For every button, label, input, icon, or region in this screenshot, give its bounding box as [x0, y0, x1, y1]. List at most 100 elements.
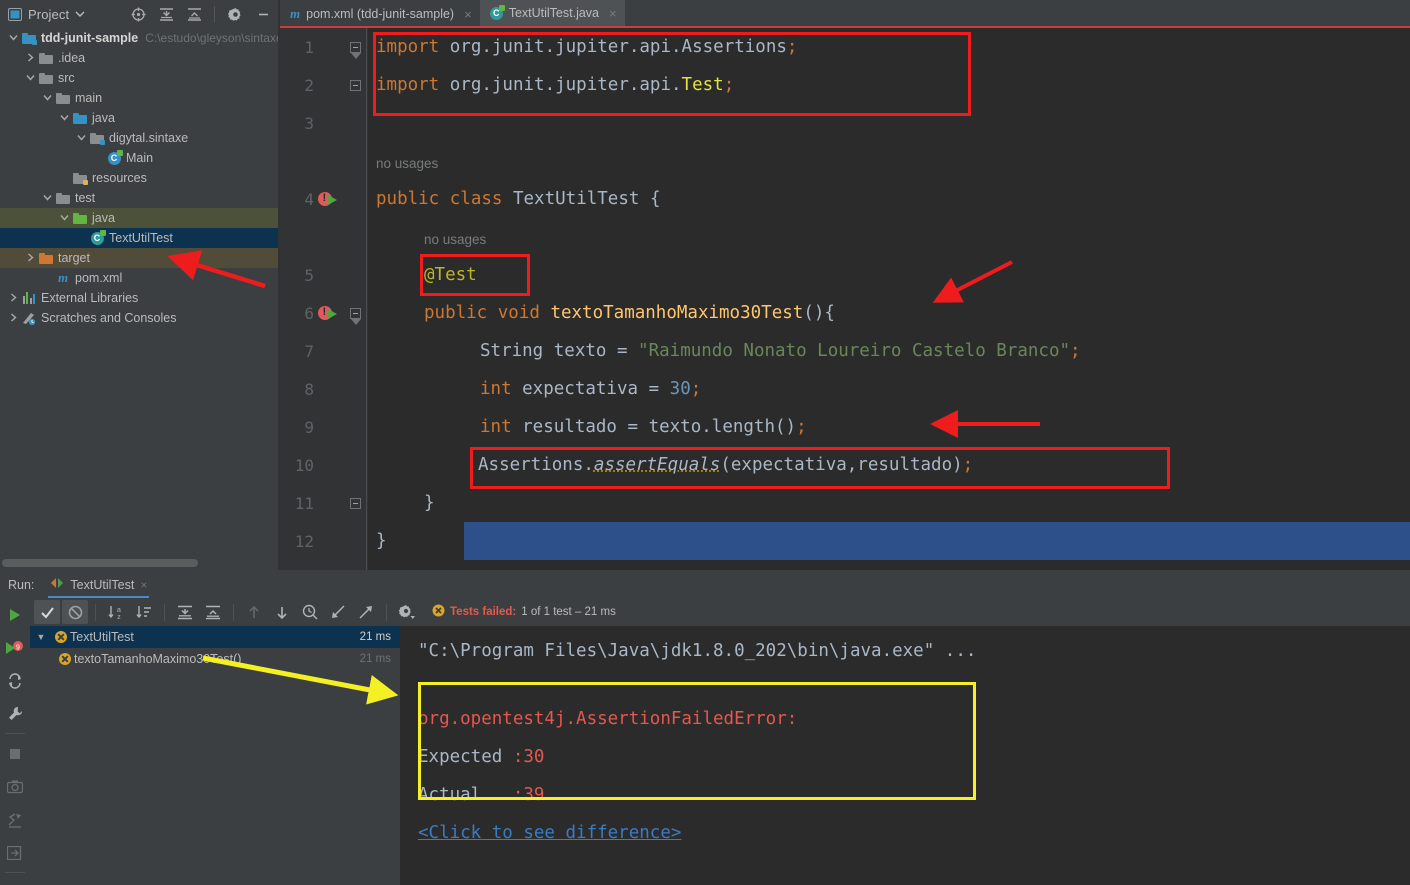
tree-node-target[interactable]: target	[0, 248, 278, 268]
run-tool-window: Run: TextUtilTest × 9	[0, 572, 1410, 885]
sort-by-duration-icon[interactable]	[131, 600, 157, 624]
chevron-down-icon[interactable]	[75, 10, 85, 18]
tree-node-java[interactable]: java	[0, 108, 278, 128]
tree-node-idea[interactable]: .idea	[0, 48, 278, 68]
fold-marker-icon[interactable]	[344, 80, 366, 91]
run-test-failed-icon[interactable]	[314, 191, 344, 207]
line-number: 10	[280, 456, 314, 475]
settings-wrench-icon[interactable]	[0, 697, 30, 730]
tree-node-java[interactable]: java	[0, 208, 278, 228]
chevron-right-icon[interactable]	[23, 53, 37, 64]
code-line-9[interactable]: int resultado = texto.length();	[368, 408, 1410, 446]
hide-ignored-tests-icon[interactable]	[62, 600, 88, 624]
stop-icon[interactable]	[0, 737, 30, 770]
tree-node-main[interactable]: CMain	[0, 148, 278, 168]
tree-node-src[interactable]: src	[0, 68, 278, 88]
layout-settings-icon[interactable]	[0, 876, 30, 885]
code-line-12[interactable]: }	[368, 522, 1410, 560]
chevron-right-icon[interactable]	[6, 293, 20, 304]
test-results-tree[interactable]: ▼ TextUtilTest 21 ms textoTamanhoMaximo3…	[30, 626, 400, 885]
tree-node-label: java	[89, 111, 115, 125]
next-failed-test-icon[interactable]	[269, 600, 295, 624]
tree-node-path: C:\estudo\gleyson\sintaxe	[138, 31, 278, 45]
semicolon: ;	[787, 37, 798, 57]
code-editor[interactable]: 1 2 3 4	[280, 28, 1410, 570]
tree-node-pom-xml[interactable]: mpom.xml	[0, 268, 278, 288]
tree-node-label: Scratches and Consoles	[38, 311, 177, 325]
chevron-down-icon[interactable]: ▼	[30, 632, 52, 642]
hide-panel-icon[interactable]	[252, 3, 274, 25]
screenshot-camera-icon[interactable]	[0, 770, 30, 803]
code-text[interactable]: import org.junit.jupiter.api.Assertions;…	[368, 28, 1410, 570]
editor-tab-textutiltest[interactable]: C TextUtilTest.java ×	[480, 0, 625, 28]
collapse-all-icon[interactable]	[183, 3, 205, 25]
test-history-icon[interactable]	[297, 600, 323, 624]
code-line-7[interactable]: String texto = "Raimundo Nonato Loureiro…	[368, 332, 1410, 370]
tree-node-textutiltest[interactable]: CTextUtilTest	[0, 228, 278, 248]
expand-all-icon[interactable]	[172, 600, 198, 624]
rerun-icon[interactable]	[0, 598, 30, 631]
code-line-1[interactable]: import org.junit.jupiter.api.Assertions;	[368, 28, 1410, 66]
code-line-2[interactable]: import org.junit.jupiter.api.Test;	[368, 66, 1410, 104]
project-tree[interactable]: tdd-junit-sampleC:\estudo\gleyson\sintax…	[0, 28, 278, 552]
export-results-icon[interactable]	[353, 600, 379, 624]
close-icon[interactable]: ×	[464, 7, 472, 22]
fold-marker-icon[interactable]	[344, 42, 366, 53]
close-icon[interactable]: ×	[609, 6, 617, 21]
close-icon[interactable]: ×	[140, 578, 147, 592]
tree-node-scratches-and-consoles[interactable]: Scratches and Consoles	[0, 308, 278, 328]
tree-node-tdd-junit-sample[interactable]: tdd-junit-sampleC:\estudo\gleyson\sintax…	[0, 28, 278, 48]
run-configuration-tab[interactable]: TextUtilTest ×	[44, 572, 153, 598]
gear-dropdown-icon[interactable]	[394, 600, 420, 624]
test-row-class[interactable]: ▼ TextUtilTest 21 ms	[30, 626, 400, 648]
code-line-11[interactable]: }	[368, 484, 1410, 522]
code-line-10[interactable]: Assertions.assertEquals(expectativa,resu…	[368, 446, 1410, 484]
test-row-method[interactable]: textoTamanhoMaximo30Test() 21 ms	[30, 648, 400, 670]
chevron-right-icon[interactable]	[6, 313, 20, 324]
code-line-3[interactable]	[368, 104, 1410, 142]
export-test-results-icon[interactable]	[0, 803, 30, 836]
code-line-5[interactable]: @Test	[368, 256, 1410, 294]
rerun-automatically-icon[interactable]	[0, 664, 30, 697]
editor-tab-pom[interactable]: m pom.xml (tdd-junit-sample) ×	[280, 0, 480, 28]
tree-node-external-libraries[interactable]: External Libraries	[0, 288, 278, 308]
previous-failed-test-icon[interactable]	[241, 600, 267, 624]
chevron-down-icon[interactable]	[57, 113, 71, 124]
chevron-down-icon[interactable]	[6, 33, 20, 44]
scrollbar-thumb[interactable]	[2, 559, 198, 567]
tree-node-resources[interactable]: resources	[0, 168, 278, 188]
code-line-8[interactable]: int expectativa = 30;	[368, 370, 1410, 408]
fold-marker-icon[interactable]	[344, 308, 366, 319]
project-horizontal-scrollbar[interactable]	[0, 556, 278, 570]
console-diff-link-line[interactable]: <Click to see difference>	[418, 814, 1410, 852]
click-to-see-difference-link[interactable]: <Click to see difference>	[418, 823, 681, 843]
sort-alphabetically-icon[interactable]: az	[103, 600, 129, 624]
tree-node-test[interactable]: test	[0, 188, 278, 208]
chevron-right-icon[interactable]	[23, 253, 37, 264]
expand-all-icon[interactable]	[155, 3, 177, 25]
java-command-text: "C:\Program Files\Java\jdk1.8.0_202\bin\…	[418, 641, 976, 661]
test-duration: 21 ms	[360, 631, 400, 643]
import-test-results-icon[interactable]	[0, 836, 30, 869]
import-results-icon[interactable]	[325, 600, 351, 624]
tree-node-digytal-sintaxe[interactable]: digytal.sintaxe	[0, 128, 278, 148]
package-folder-icon	[88, 133, 106, 144]
code-line-6[interactable]: public void textoTamanhoMaximo30Test(){	[368, 294, 1410, 332]
chevron-down-icon[interactable]	[40, 193, 54, 204]
java-class-icon: C	[105, 152, 123, 165]
fold-marker-icon[interactable]	[344, 498, 366, 509]
select-opened-file-icon[interactable]	[127, 3, 149, 25]
chevron-down-icon[interactable]	[23, 73, 37, 84]
console-output[interactable]: "C:\Program Files\Java\jdk1.8.0_202\bin\…	[400, 626, 1410, 885]
chevron-down-icon[interactable]	[57, 213, 71, 224]
tree-node-main[interactable]: main	[0, 88, 278, 108]
collapse-all-icon[interactable]	[200, 600, 226, 624]
run-test-failed-icon[interactable]	[314, 305, 344, 321]
show-passed-tests-icon[interactable]	[34, 600, 60, 624]
chevron-down-icon[interactable]	[74, 133, 88, 144]
chevron-down-icon[interactable]	[40, 93, 54, 104]
rerun-failed-tests-icon[interactable]: 9	[0, 631, 30, 664]
code-line-4[interactable]: public class TextUtilTest {	[368, 180, 1410, 218]
editor-gutter[interactable]: 1 2 3 4	[280, 28, 368, 570]
settings-gear-icon[interactable]	[224, 3, 246, 25]
